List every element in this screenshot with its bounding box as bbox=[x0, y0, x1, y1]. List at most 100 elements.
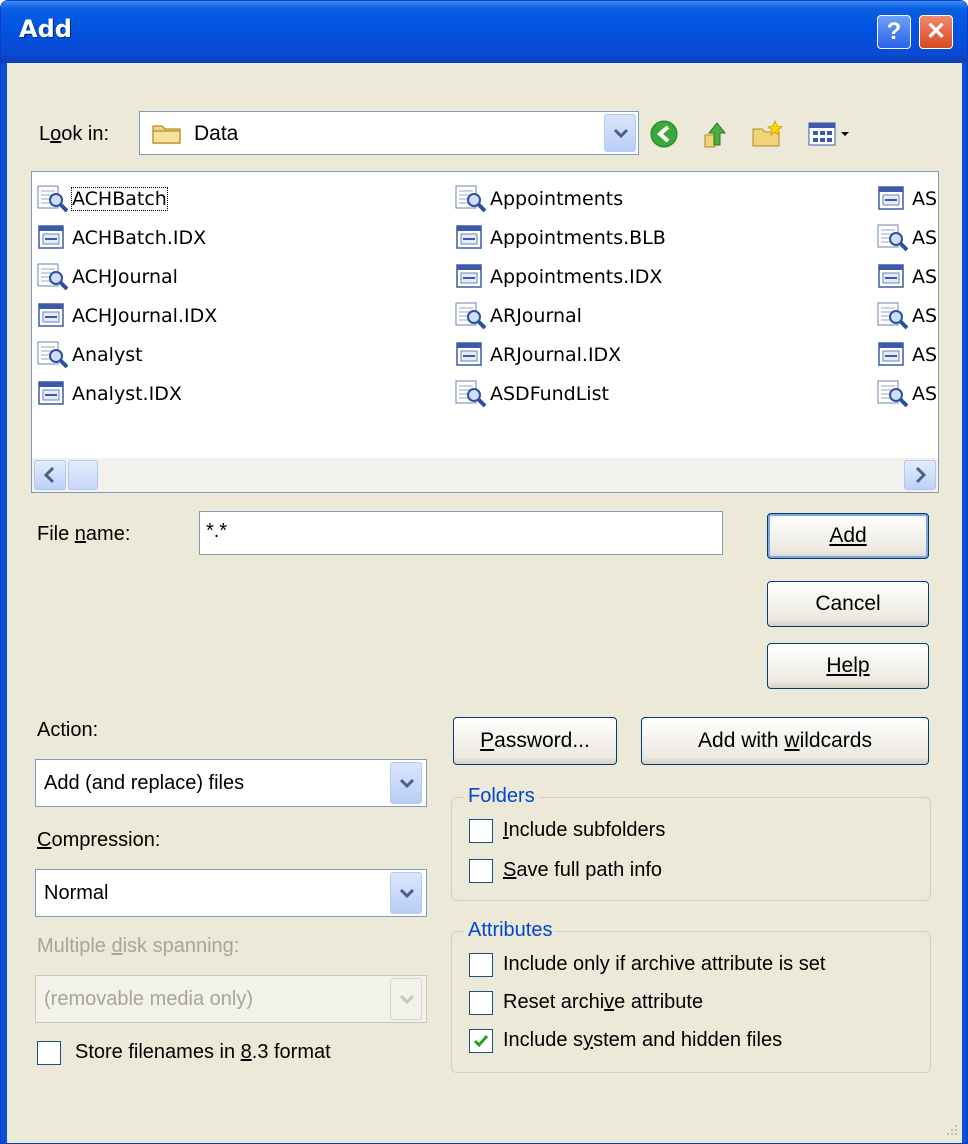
attributes-group-title: Attributes bbox=[464, 919, 557, 942]
folder-icon bbox=[152, 125, 181, 144]
index-file-icon bbox=[38, 381, 64, 405]
file-name: Appointments.IDX bbox=[490, 266, 663, 288]
view-menu-icon[interactable] bbox=[807, 119, 857, 149]
reset-archive-label: Reset archive attribute bbox=[503, 991, 704, 1013]
index-file-icon bbox=[878, 342, 904, 366]
add-button-label: Add bbox=[829, 524, 867, 547]
file-name: ACHBatch bbox=[71, 187, 168, 211]
table-file-icon bbox=[37, 263, 68, 291]
add-with-wildcards-button[interactable]: Add with wildcards bbox=[641, 717, 929, 765]
index-file-icon bbox=[38, 303, 64, 327]
table-file-icon bbox=[877, 380, 908, 408]
table-file-icon bbox=[37, 341, 68, 369]
index-file-icon bbox=[38, 225, 64, 249]
index-file-icon bbox=[456, 264, 482, 288]
file-name: ASI bbox=[912, 266, 938, 288]
disk-spanning-label: Multiple disk spanning: bbox=[37, 935, 240, 957]
file-name: ASI bbox=[912, 344, 938, 366]
compression-value: Normal bbox=[44, 882, 109, 904]
cancel-button[interactable]: Cancel bbox=[767, 581, 929, 627]
scroll-right-button[interactable] bbox=[904, 460, 936, 490]
file-list[interactable]: ACHBatch ACHBatch.IDX ACHJournal ACHJournal… bbox=[31, 171, 939, 493]
scroll-thumb[interactable] bbox=[68, 460, 98, 490]
file-name-label: File name: bbox=[37, 523, 131, 545]
index-file-icon bbox=[878, 264, 904, 288]
folders-group: Folders bbox=[451, 785, 931, 901]
new-folder-icon[interactable] bbox=[751, 119, 783, 149]
file-name: ASI bbox=[912, 227, 938, 249]
index-file-icon bbox=[456, 225, 482, 249]
disk-spanning-combo: (removable media only) bbox=[35, 975, 427, 1023]
file-name: Analyst bbox=[72, 344, 143, 366]
compression-combo[interactable]: Normal bbox=[35, 869, 427, 917]
compression-dropdown-button[interactable] bbox=[390, 872, 422, 914]
table-file-icon bbox=[455, 185, 486, 213]
chevron-down-icon bbox=[399, 888, 415, 899]
horizontal-scrollbar[interactable] bbox=[32, 458, 938, 492]
add-button[interactable]: Add bbox=[767, 513, 929, 559]
password-button[interactable]: Password... bbox=[453, 717, 617, 765]
file-name: ASI bbox=[912, 188, 938, 210]
help-title-button[interactable]: ? bbox=[877, 15, 911, 49]
scroll-left-button[interactable] bbox=[34, 460, 66, 490]
include-subfolders-label: Include subfolders bbox=[503, 819, 666, 841]
chevron-down-icon bbox=[399, 778, 415, 789]
table-file-icon bbox=[877, 224, 908, 252]
table-file-icon bbox=[455, 380, 486, 408]
look-in-combo[interactable]: Data bbox=[139, 111, 639, 155]
archive-only-checkbox[interactable] bbox=[469, 953, 493, 977]
help-button[interactable]: Help bbox=[767, 643, 929, 689]
chevron-down-icon bbox=[613, 128, 629, 139]
window-frame-right bbox=[962, 63, 967, 1143]
include-subfolders-checkbox[interactable] bbox=[469, 819, 493, 843]
system-hidden-checkbox[interactable] bbox=[469, 1029, 493, 1053]
action-value: Add (and replace) files bbox=[44, 772, 245, 794]
up-folder-icon[interactable] bbox=[701, 119, 733, 149]
back-icon[interactable] bbox=[649, 119, 681, 149]
table-file-icon bbox=[455, 302, 486, 330]
file-name: Analyst.IDX bbox=[72, 383, 182, 405]
action-dropdown-button[interactable] bbox=[390, 762, 422, 804]
title-bar[interactable]: Add ? ✕ bbox=[1, 1, 967, 63]
window-frame-left bbox=[1, 63, 7, 1143]
look-in-value: Data bbox=[194, 122, 239, 145]
action-combo[interactable]: Add (and replace) files bbox=[35, 759, 427, 807]
save-full-path-label: Save full path info bbox=[503, 859, 662, 881]
archive-only-label: Include only if archive attribute is set bbox=[503, 953, 826, 975]
file-name: ACHJournal.IDX bbox=[72, 305, 218, 327]
checkmark-icon bbox=[473, 1035, 489, 1048]
reset-archive-checkbox[interactable] bbox=[469, 991, 493, 1015]
disk-spanning-value: (removable media only) bbox=[44, 988, 253, 1010]
chevron-down-icon bbox=[399, 994, 415, 1005]
file-name: ACHJournal bbox=[72, 266, 178, 288]
store-83-label: Store filenames in 8.3 format bbox=[75, 1041, 331, 1063]
index-file-icon bbox=[878, 186, 904, 210]
folders-group-title: Folders bbox=[464, 785, 539, 808]
cancel-button-label: Cancel bbox=[815, 592, 881, 615]
close-button[interactable]: ✕ bbox=[919, 15, 953, 49]
file-name-input[interactable]: *.* bbox=[199, 511, 723, 555]
disk-spanning-dropdown-button bbox=[390, 978, 422, 1020]
index-file-icon bbox=[456, 342, 482, 366]
look-in-label: Look in: bbox=[39, 123, 110, 145]
table-file-icon bbox=[37, 185, 68, 213]
file-name: ARJournal bbox=[490, 305, 582, 327]
compression-label: Compression: bbox=[37, 829, 161, 851]
file-name: ACHBatch.IDX bbox=[72, 227, 207, 249]
file-name: Appointments bbox=[490, 188, 624, 210]
file-name-value: *.* bbox=[206, 520, 228, 542]
file-name: ASI bbox=[912, 305, 938, 327]
window-title: Add bbox=[19, 15, 72, 43]
file-name: ARJournal.IDX bbox=[490, 344, 622, 366]
file-name: ASDFundList bbox=[490, 383, 609, 405]
save-full-path-checkbox[interactable] bbox=[469, 859, 493, 883]
store-83-checkbox[interactable] bbox=[37, 1041, 61, 1065]
table-file-icon bbox=[877, 302, 908, 330]
system-hidden-label: Include system and hidden files bbox=[503, 1029, 783, 1051]
arrow-right-icon bbox=[915, 466, 927, 484]
file-name: Appointments.BLB bbox=[490, 227, 666, 249]
help-button-label: Help bbox=[826, 654, 870, 677]
resize-grip-icon[interactable] bbox=[943, 1121, 959, 1137]
look-in-dropdown-button[interactable] bbox=[604, 114, 636, 152]
action-label: Action: bbox=[37, 719, 99, 741]
